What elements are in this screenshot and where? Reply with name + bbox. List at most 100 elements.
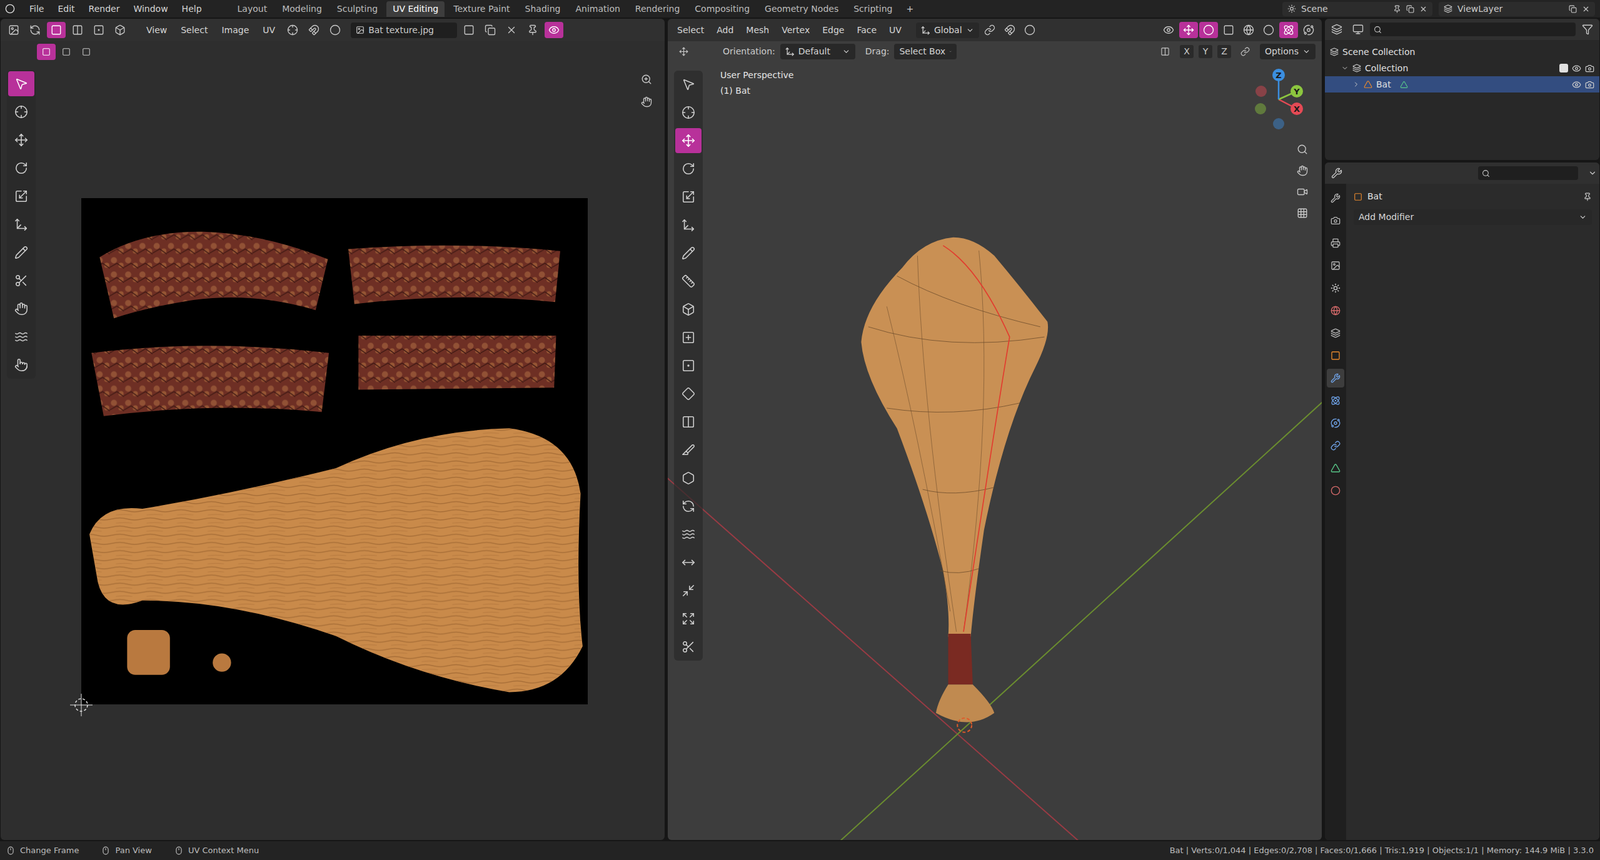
viewport-scene[interactable] bbox=[667, 41, 1322, 841]
uv-menu-item[interactable]: View bbox=[140, 22, 173, 39]
view-layer-selector[interactable]: ViewLayer bbox=[1438, 1, 1595, 17]
cursor-tool[interactable] bbox=[675, 100, 702, 126]
face-select-button[interactable] bbox=[89, 21, 109, 39]
uv-zoom-button[interactable] bbox=[637, 71, 656, 88]
blender-logo-icon[interactable] bbox=[5, 3, 16, 14]
camera-view-button[interactable] bbox=[1293, 183, 1312, 201]
display-mode-button[interactable] bbox=[1348, 21, 1368, 38]
outliner-search[interactable] bbox=[1369, 22, 1576, 37]
expand-icon[interactable] bbox=[1352, 80, 1360, 89]
snap-button[interactable] bbox=[304, 21, 324, 39]
xray-button[interactable] bbox=[1219, 21, 1238, 39]
pivot-button[interactable] bbox=[283, 21, 302, 39]
viewport-menu-item[interactable]: Add bbox=[710, 22, 740, 39]
fake-user-button[interactable] bbox=[459, 21, 479, 39]
vertex-select-button[interactable] bbox=[46, 21, 66, 39]
drag-dropdown[interactable]: Select Box bbox=[894, 43, 957, 60]
unlink-image-button[interactable] bbox=[502, 21, 521, 39]
constraints-tab[interactable] bbox=[1326, 436, 1345, 456]
edge-select-button[interactable] bbox=[68, 21, 87, 39]
outliner-row[interactable]: Collection bbox=[1324, 60, 1600, 77]
render-icon[interactable] bbox=[1584, 80, 1595, 90]
shear-tool[interactable] bbox=[675, 606, 702, 632]
workspace-tab[interactable]: Rendering bbox=[628, 1, 687, 17]
mirror-axis-toggle[interactable]: Z bbox=[1217, 45, 1232, 59]
render-tab[interactable] bbox=[1326, 211, 1345, 231]
orientation-dropdown[interactable]: Default bbox=[780, 43, 856, 60]
viewport-menu-item[interactable]: UV bbox=[883, 22, 908, 39]
select-tool[interactable] bbox=[675, 71, 702, 97]
2d-cursor-icon[interactable] bbox=[70, 694, 93, 717]
proportional-edit-button[interactable] bbox=[1020, 21, 1040, 39]
sync-selection-button[interactable] bbox=[25, 21, 45, 39]
transform-tool[interactable] bbox=[8, 211, 35, 237]
workspace-tab[interactable]: Compositing bbox=[688, 1, 756, 17]
visibility-icon[interactable] bbox=[1571, 63, 1582, 74]
select-tool[interactable] bbox=[8, 71, 35, 97]
uv-overlay-button[interactable] bbox=[544, 21, 564, 39]
proportional-button[interactable] bbox=[325, 21, 345, 39]
transform-tool[interactable] bbox=[675, 212, 702, 238]
view-tab[interactable] bbox=[1326, 256, 1345, 276]
gizmo-axis[interactable]: Z bbox=[1272, 68, 1285, 130]
scale-tool[interactable] bbox=[675, 184, 702, 210]
scene-selector[interactable]: Scene bbox=[1282, 1, 1433, 17]
loopcut-tool[interactable] bbox=[675, 409, 702, 435]
top-menu-item[interactable]: Help bbox=[176, 1, 208, 17]
select-mode-set-button[interactable] bbox=[36, 43, 56, 61]
transform-orientation-dropdown[interactable]: Global bbox=[915, 22, 980, 39]
polybuild-tool[interactable] bbox=[675, 465, 702, 491]
pin-icon[interactable] bbox=[1583, 192, 1592, 202]
spin-tool[interactable] bbox=[675, 493, 702, 519]
tool-settings-icon-button[interactable] bbox=[674, 43, 693, 60]
move-tool[interactable] bbox=[675, 128, 702, 154]
annotate-tool[interactable] bbox=[8, 240, 35, 266]
world-tab[interactable] bbox=[1326, 301, 1345, 321]
render-icon[interactable] bbox=[1584, 63, 1595, 74]
rotate-tool[interactable] bbox=[675, 156, 702, 182]
uv-menu-item[interactable]: UV bbox=[256, 22, 281, 39]
workspace-tab[interactable]: Layout bbox=[231, 1, 274, 17]
rotate-tool[interactable] bbox=[8, 155, 35, 181]
top-menu-item[interactable]: Edit bbox=[51, 1, 81, 17]
rendered-shading-button[interactable] bbox=[1299, 21, 1319, 39]
edge-slide-tool[interactable] bbox=[675, 550, 702, 576]
collection-checkbox[interactable] bbox=[1559, 63, 1569, 73]
viewport-menu-item[interactable]: Face bbox=[850, 22, 883, 39]
viewport-menu-item[interactable]: Edge bbox=[816, 22, 850, 39]
pan-button[interactable] bbox=[1293, 162, 1312, 179]
options-chevron-icon[interactable] bbox=[1588, 168, 1597, 178]
properties-type-button[interactable] bbox=[1327, 165, 1347, 182]
outliner-type-button[interactable] bbox=[1327, 21, 1347, 38]
measure-tool[interactable] bbox=[675, 268, 702, 294]
mirror-button[interactable] bbox=[1156, 43, 1175, 60]
workspace-tab[interactable]: Scripting bbox=[847, 1, 899, 17]
top-menu-item[interactable]: Window bbox=[127, 1, 174, 17]
collection-tab[interactable] bbox=[1326, 323, 1345, 343]
pinch-tool[interactable] bbox=[8, 352, 35, 378]
workspace-tab[interactable]: Modeling bbox=[275, 1, 329, 17]
top-menu-item[interactable]: File bbox=[23, 1, 50, 17]
rip-tool[interactable] bbox=[8, 268, 35, 294]
knife-tool[interactable] bbox=[675, 437, 702, 463]
uv-canvas[interactable] bbox=[0, 41, 665, 841]
workspace-tab[interactable]: Geometry Nodes bbox=[758, 1, 845, 17]
smooth-tool[interactable] bbox=[675, 522, 702, 548]
workspace-tab[interactable]: Animation bbox=[568, 1, 626, 17]
annotate-tool[interactable] bbox=[675, 240, 702, 266]
new-image-button[interactable] bbox=[480, 21, 500, 39]
add-workspace-button[interactable]: + bbox=[900, 2, 919, 16]
relax-tool[interactable] bbox=[8, 324, 35, 350]
tool-tab[interactable] bbox=[1326, 188, 1345, 208]
gizmo-button[interactable] bbox=[1179, 21, 1198, 39]
image-name-field[interactable]: Bat texture.jpg bbox=[350, 22, 458, 39]
physics-tab[interactable] bbox=[1326, 413, 1345, 433]
top-menu-item[interactable]: Render bbox=[83, 1, 126, 17]
properties-search[interactable] bbox=[1478, 166, 1579, 181]
options-dropdown[interactable]: Options bbox=[1259, 43, 1316, 60]
mirror-axis-toggle[interactable]: X bbox=[1179, 45, 1194, 59]
solid-shading-button[interactable] bbox=[1259, 21, 1278, 39]
bevel-tool[interactable] bbox=[675, 381, 702, 407]
select-mode-extend-button[interactable] bbox=[56, 43, 76, 61]
workspace-tab[interactable]: Shading bbox=[518, 1, 568, 17]
